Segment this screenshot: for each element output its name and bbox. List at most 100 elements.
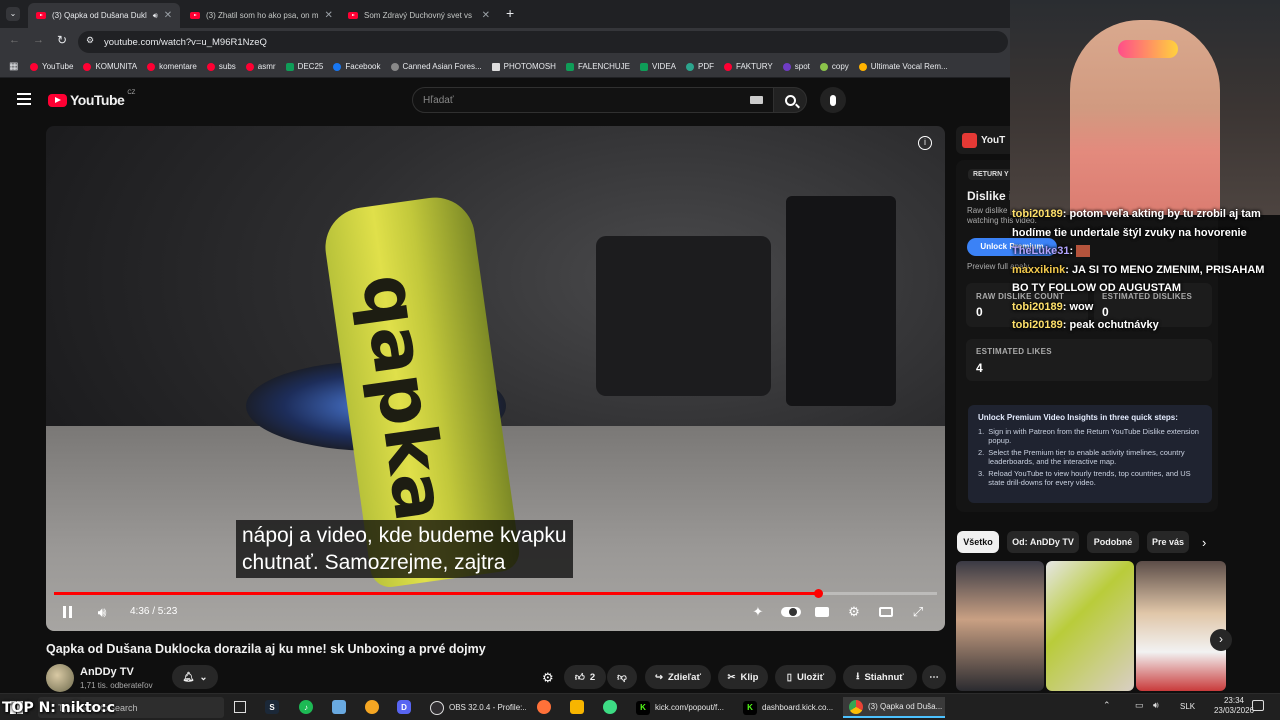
bookmark-spot[interactable]: spot (782, 62, 810, 71)
tab-label: (3) Zhatil som ho ako psa, on m (206, 11, 319, 20)
youtube-icon (48, 93, 67, 107)
youtube-logo[interactable]: YouTube CZ (48, 90, 135, 108)
chevron-right-icon[interactable]: › (1202, 535, 1206, 550)
search-input[interactable]: Hľadať (412, 87, 774, 113)
youtube-icon (348, 12, 358, 19)
url-text: youtube.com/watch?v=u_M96R1NzeQ (104, 36, 267, 48)
notification-bell-button[interactable]: 🔔︎ ⌄ (172, 665, 218, 689)
bookmark-pdf[interactable]: PDF (686, 62, 714, 71)
save-button[interactable]: ▯ Uložiť (775, 665, 836, 689)
search-button[interactable] (773, 87, 807, 113)
like-button[interactable]: 👍︎ 2 (564, 665, 606, 689)
taskbar-app-kick-dashboard[interactable]: K dashboard.kick.co... (737, 697, 837, 718)
youtube-icon (36, 12, 46, 19)
url-field[interactable]: ⚙ youtube.com/watch?v=u_M96R1NzeQ (78, 31, 1008, 53)
settings-button[interactable]: ⚙ (845, 603, 863, 621)
download-button[interactable]: ⭳ Stiahnuť (843, 665, 917, 689)
close-tab-icon[interactable]: ✕ (482, 10, 490, 21)
youtube-icon (190, 12, 200, 19)
folder-icon (724, 62, 732, 71)
volume-tray-icon[interactable]: 🔊︎ (1153, 700, 1159, 711)
webcam-sunglasses (1118, 40, 1178, 58)
taskbar-app-chrome[interactable]: (3) Qapka od Duša... (843, 697, 945, 718)
chip-all[interactable]: Všetko (957, 531, 999, 553)
voice-search-button[interactable] (820, 87, 846, 113)
bookmark-dec25[interactable]: DEC25 (285, 62, 323, 71)
forward-icon[interactable]: → (33, 34, 44, 46)
miniplayer-button[interactable] (877, 603, 895, 621)
tab-3[interactable]: Som Zdravý Duchovný svet vs ✕ (340, 3, 498, 28)
extension-icon[interactable]: ⚙ (542, 670, 554, 686)
language-indicator[interactable]: SLK (1180, 702, 1195, 711)
clip-button[interactable]: ✂ Klip (718, 665, 768, 689)
taskbar-clock[interactable]: 23:34 23/03/2026 (1214, 696, 1254, 716)
dislike-card-title: Dislike i (967, 189, 1013, 203)
bookmark-videa[interactable]: VIDEA (639, 62, 676, 71)
tray-chevron-icon[interactable]: ⌃ (1103, 700, 1111, 711)
chat-user: tobi20189 (1012, 208, 1063, 220)
close-tab-icon[interactable]: ✕ (325, 10, 333, 21)
network-icon[interactable]: ▭ (1135, 700, 1144, 711)
bookmark-canned[interactable]: Canned Asian Fores... (390, 62, 482, 71)
bookmark-asmr[interactable]: asmr (245, 62, 276, 71)
android-icon[interactable] (603, 700, 617, 714)
chip-from-channel[interactable]: Od: AnDDy TV (1007, 531, 1079, 553)
chrome-icon (849, 699, 863, 714)
menu-icon[interactable] (17, 93, 31, 105)
paint-icon[interactable] (365, 700, 379, 714)
chat-message: TheLuke31: (1012, 242, 1280, 261)
site-info-icon[interactable]: ⚙ (86, 35, 94, 46)
autoplay-toggle[interactable] (780, 603, 802, 621)
insights-step: 2. Select the Premium tier to enable acti… (978, 447, 1185, 467)
bookmark-icon: ▯ (786, 671, 792, 683)
volume-button[interactable]: 🔊︎ (92, 603, 112, 621)
close-tab-icon[interactable]: ✕ (164, 10, 172, 21)
fullscreen-button[interactable]: ⤢ (909, 603, 927, 621)
task-view-icon[interactable] (234, 701, 246, 713)
notepad-icon[interactable] (332, 700, 346, 714)
bookmark-komentare[interactable]: komentare (147, 62, 197, 71)
progress-scrubber[interactable] (813, 589, 823, 598)
files-icon[interactable] (570, 700, 584, 714)
carousel-next-button[interactable]: › (1210, 629, 1232, 651)
bookmark-youtube[interactable]: YouTube (30, 62, 73, 71)
chip-related[interactable]: Podobné (1087, 531, 1139, 553)
tab-2[interactable]: (3) Zhatil som ho ako psa, on m ✕ (182, 3, 332, 28)
steam-icon[interactable]: S (265, 700, 279, 714)
new-tab-button[interactable]: + (506, 5, 514, 21)
related-video-thumbnail[interactable] (1046, 561, 1134, 691)
tab-search-button[interactable]: ⌄ (6, 7, 20, 21)
sheets-icon (565, 62, 574, 71)
spotify-icon[interactable]: ♪ (299, 700, 313, 714)
pdf-icon (686, 62, 694, 71)
chip-for-you[interactable]: Pre vás (1147, 531, 1189, 553)
apps-grid-icon[interactable]: ▦ (9, 61, 18, 72)
bookmark-faktury[interactable]: FAKTURY (724, 62, 773, 71)
related-video-thumbnail[interactable] (956, 561, 1044, 691)
dislike-button[interactable]: 👎︎ (607, 665, 637, 689)
channel-name[interactable]: AnDDy TV (80, 666, 134, 678)
sparkle-button[interactable]: ✦ (749, 603, 767, 621)
info-icon[interactable]: i (918, 136, 932, 150)
pause-button[interactable] (58, 603, 76, 621)
bookmark-subs[interactable]: subs (206, 62, 236, 71)
firefox-icon[interactable] (537, 700, 551, 714)
captions-button[interactable] (813, 603, 831, 621)
related-video-thumbnail[interactable] (1136, 561, 1226, 691)
bookmark-komunita[interactable]: KOMUNITA (83, 62, 137, 71)
discord-icon[interactable]: D (397, 700, 411, 714)
bookmark-falenchuje[interactable]: FALENCHUJE (565, 62, 630, 71)
avatar[interactable] (46, 664, 74, 692)
bookmark-uvr[interactable]: Ultimate Vocal Rem... (858, 62, 948, 71)
reload-icon[interactable]: ↻ (57, 33, 67, 47)
back-icon[interactable]: ← (9, 34, 20, 46)
keyboard-icon[interactable] (750, 96, 763, 104)
bookmark-copy[interactable]: copy (819, 62, 849, 71)
more-actions-button[interactable]: ⋯ (922, 665, 946, 689)
taskbar-app-obs[interactable]: OBS 32.0.4 - Profile:... (424, 697, 526, 718)
share-button[interactable]: ↪ Zdieľať (645, 665, 711, 689)
bookmark-photomosh[interactable]: PHOTOMOSH (491, 62, 556, 71)
taskbar-app-kick-popout[interactable]: K kick.com/popout/f... (630, 697, 730, 718)
bookmark-facebook[interactable]: Facebook (333, 62, 381, 71)
tab-active[interactable]: (3) Qapka od Dušana Dukl 🔊︎ ✕ (28, 3, 180, 28)
